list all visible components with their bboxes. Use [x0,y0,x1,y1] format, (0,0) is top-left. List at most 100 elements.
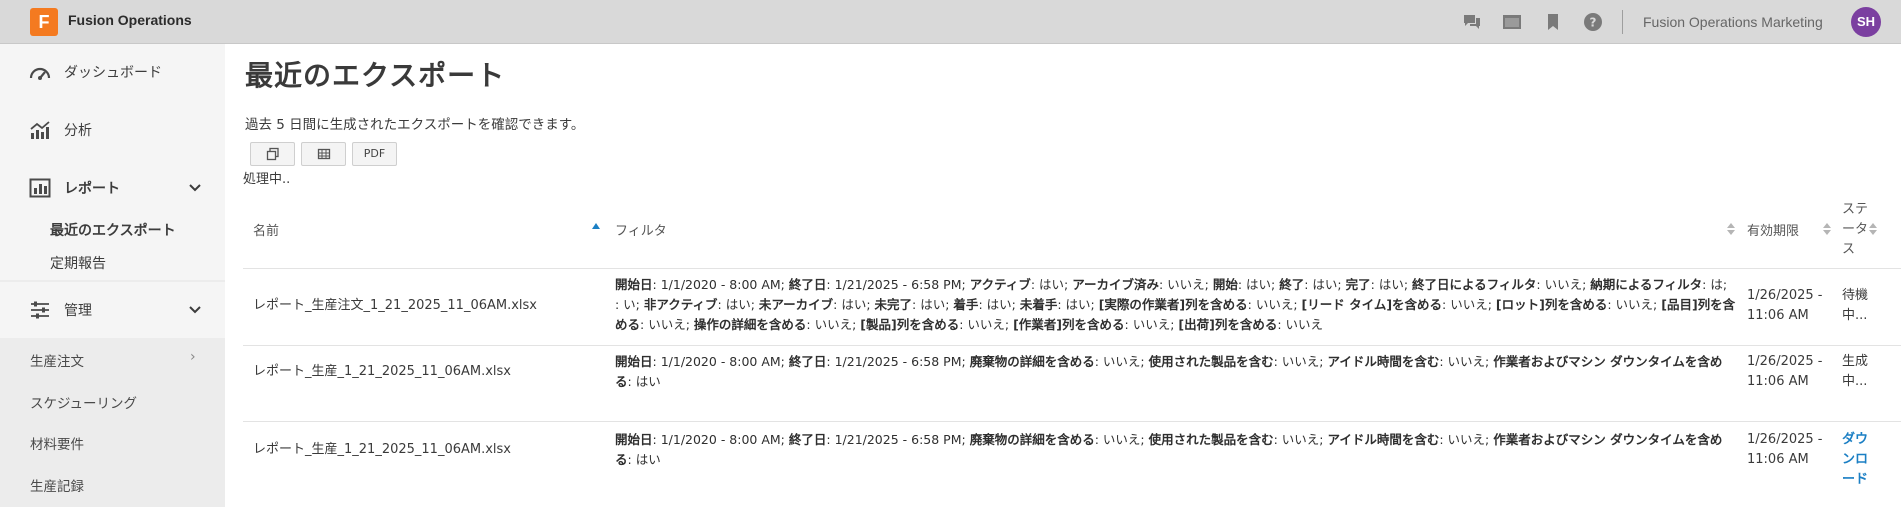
sidebar-label-reports: レポート [64,181,120,197]
table-icon [317,148,330,160]
filter-line: 開始日: 1/1/2020 - 8:00 AM; 終了日: 1/21/2025 … [615,352,1740,372]
filter-key: アクティブ [969,277,1031,292]
sidebar-item-production-orders[interactable]: 生産注文 [30,350,84,370]
row-status: 生成 中... [1842,352,1868,392]
sidebar-item-reports[interactable]: レポート [0,160,225,216]
filter-key: [製品]列を含める [860,317,960,332]
filter-value: : いいえ; [959,317,1014,332]
expiry-time: 11:06 AM [1747,452,1809,467]
column-header-status[interactable]: ステータス [1842,200,1870,260]
filter-line: : い; 非アクティブ: はい; 未アーカイブ: はい; 未完了: はい; 着手… [615,295,1740,315]
filter-line: 開始日: 1/1/2020 - 8:00 AM; 終了日: 1/21/2025 … [615,275,1740,295]
filter-key: 非アクティブ [643,297,718,312]
filter-value: : いいえ [1277,317,1324,332]
download-link-text[interactable]: ンロ [1842,450,1868,470]
bookmark-icon[interactable] [1543,12,1563,32]
sidebar-main-nav: ダッシュボード 分析 レポート 最近のエクスポート 定期報告 [0,44,225,280]
filter-key: る [615,452,628,467]
sidebar-sub-scheduled-reports[interactable]: 定期報告 [50,253,106,273]
filter-line: める: いいえ; 操作の詳細を含める: いいえ; [製品]列を含める: いいえ;… [615,315,1740,335]
expiry-date: 1/26/2025 - [1747,432,1823,447]
sidebar-item-material-requirements[interactable]: 材料要件 [30,433,84,453]
filter-key: 未完了 [874,297,913,312]
chevron-down-icon[interactable] [188,304,202,316]
sort-asc-icon[interactable] [592,220,600,234]
filter-key: アーカイブ済み [1072,277,1159,292]
help-icon[interactable]: ? [1583,12,1603,32]
filter-value: : いいえ; [1124,317,1179,332]
copy-icon [266,147,279,161]
filter-key: 作業者およびマシン ダウンタイムを含め [1493,354,1723,369]
copy-button[interactable] [250,142,295,166]
sort-icon[interactable] [1727,222,1735,236]
sidebar-item-admin[interactable]: 管理 [0,282,225,338]
app-logo[interactable]: F [30,8,58,36]
filter-key: 廃棄物の詳細を含める [969,432,1095,447]
filter-key: [リード タイム]を含める [1301,297,1443,312]
column-header-name[interactable]: 名前 [253,220,279,239]
excel-export-button[interactable] [301,142,346,166]
filter-value: : はい; [1057,297,1099,312]
chat-icon[interactable] [1462,12,1482,32]
row-name[interactable]: レポート_生産_1_21_2025_11_06AM.xlsx [253,362,511,382]
filter-key: 終了日 [788,277,827,292]
sidebar-item-dashboard[interactable]: ダッシュボード [0,44,225,100]
filter-key: 開始日 [615,277,653,292]
filter-key: [品目]列を含 [1661,297,1736,312]
filter-value: : いいえ; [1607,297,1662,312]
sidebar-label-admin: 管理 [64,303,92,319]
header-divider [243,268,1901,269]
download-link-text[interactable]: ダウ [1842,430,1868,450]
main-content: 最近のエクスポート 過去 5 日間に生成されたエクスポートを確認できます。 PD… [225,44,1901,507]
org-name[interactable]: Fusion Operations Marketing [1643,14,1823,30]
filter-key: 作業者およびマシン ダウンタイムを含め [1493,432,1723,447]
pdf-export-button[interactable]: PDF [352,142,397,166]
status-text: 中... [1842,374,1868,389]
sidebar-item-production-records[interactable]: 生産記録 [30,475,84,495]
filter-key: 終了日 [788,354,827,369]
filter-value: : はい; [833,297,875,312]
row-name[interactable]: レポート_生産注文_1_21_2025_11_06AM.xlsx [253,296,537,316]
filter-line: る: はい [615,372,1740,392]
sidebar-sub-recent-exports[interactable]: 最近のエクスポート [50,220,176,240]
filter-value: : 1/21/2025 - 6:58 PM; [826,354,970,369]
filter-key: 終了 [1279,277,1305,292]
filter-value: : はい; [1304,277,1346,292]
filter-value: : はい; [1030,277,1073,292]
status-text: 待機 [1842,288,1869,303]
filter-value: : はい [627,452,661,467]
column-header-filter[interactable]: フィルタ [615,220,667,239]
sort-icon[interactable] [1869,222,1877,236]
chevron-down-icon[interactable] [188,182,202,194]
column-header-expiry[interactable]: 有効期限 [1747,220,1799,239]
download-link[interactable]: ダウ ンロ ード [1842,430,1868,490]
app-title[interactable]: Fusion Operations [68,12,192,28]
window-icon[interactable] [1502,12,1522,32]
filter-value: : いいえ; [806,317,861,332]
expiry-time: 11:06 AM [1747,308,1809,323]
row-name[interactable]: レポート_生産_1_21_2025_11_06AM.xlsx [253,440,511,460]
gauge-icon [29,67,51,80]
filter-value: : いいえ; [1158,277,1213,292]
row-expiry: 1/26/2025 - 11:06 AM [1747,352,1822,392]
filter-value: : いいえ; [1247,297,1302,312]
analytics-icon [30,121,50,139]
filter-key: 未着手 [1019,297,1058,312]
chevron-right-icon[interactable]: › [190,349,196,365]
sidebar-item-analytics[interactable]: 分析 [0,102,225,158]
filter-value: : 1/21/2025 - 6:58 PM; [826,432,970,447]
row-filter: 開始日: 1/1/2020 - 8:00 AM; 終了日: 1/21/2025 … [615,430,1740,470]
filter-key: [実際の作業者]列を含める [1098,297,1248,312]
topbar-divider [1622,10,1623,34]
row-expiry: 1/26/2025 - 11:06 AM [1747,430,1822,470]
sidebar-admin-section: 管理 [0,282,225,338]
sort-icon[interactable] [1823,222,1831,236]
filter-value: : い; [615,297,644,312]
download-link-text[interactable]: ード [1842,470,1868,490]
filter-value: : はい; [717,297,759,312]
user-avatar[interactable]: SH [1851,7,1881,37]
sidebar-item-scheduling[interactable]: スケジューリング [30,392,137,412]
filter-key: [ロット]列を含める [1495,297,1608,312]
sliders-icon [31,301,49,319]
processing-indicator: 処理中.. [243,172,291,187]
